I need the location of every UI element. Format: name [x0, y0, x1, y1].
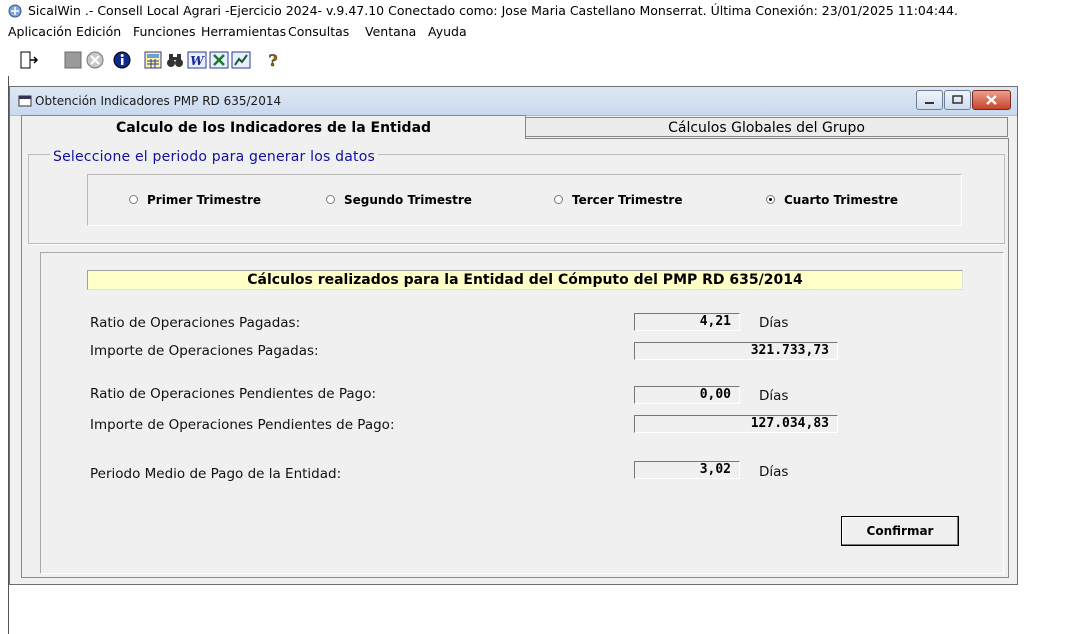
- chart-icon[interactable]: [230, 49, 252, 71]
- radio-label: Tercer Trimestre: [572, 193, 683, 207]
- sicalwin-app-icon: [8, 4, 22, 18]
- pmp-unit: Días: [759, 464, 789, 480]
- radio-label: Cuarto Trimestre: [784, 193, 898, 207]
- pmp-indicators-window: Obtención Indicadores PMP RD 635/2014 Ca…: [9, 86, 1018, 585]
- menu-aplicacion[interactable]: Aplicación: [8, 22, 72, 42]
- restore-icon: [952, 95, 963, 104]
- ratio-pagadas-label: Ratio de Operaciones Pagadas:: [90, 315, 301, 331]
- ratio-pendientes-unit: Días: [759, 388, 789, 404]
- help-icon[interactable]: ?: [262, 49, 284, 71]
- close-button[interactable]: [972, 90, 1011, 110]
- section-separator: [30, 243, 1005, 245]
- exit-icon[interactable]: [17, 49, 39, 71]
- window-icon: [18, 95, 32, 107]
- menu-edicion[interactable]: Edición: [76, 22, 121, 42]
- pmp-label: Periodo Medio de Pago de la Entidad:: [90, 466, 342, 482]
- toolbar: W ?: [0, 47, 1069, 73]
- importe-pendientes-label: Importe de Operaciones Pendientes de Pag…: [90, 417, 395, 433]
- confirm-button[interactable]: Confirmar: [841, 516, 959, 546]
- tab-strip: Calculo de los Indicadores de la Entidad…: [19, 115, 1009, 139]
- tab-calculos-globales[interactable]: Cálculos Globales del Grupo: [526, 117, 1008, 137]
- importe-pagadas-label: Importe de Operaciones Pagadas:: [90, 343, 319, 359]
- ratio-pendientes-value: 0,00: [634, 386, 740, 404]
- window-title-bar[interactable]: Obtención Indicadores PMP RD 635/2014: [10, 87, 1017, 116]
- importe-pagadas-value: 321.733,73: [634, 342, 838, 360]
- ratio-pagadas-value: 4,21: [634, 313, 740, 331]
- period-group-legend: Seleccione el periodo para generar los d…: [50, 149, 378, 165]
- info-icon[interactable]: [111, 49, 133, 71]
- binoculars-icon[interactable]: [164, 49, 186, 71]
- menu-ayuda[interactable]: Ayuda: [428, 22, 467, 42]
- importe-pendientes-value: 127.034,83: [634, 415, 838, 433]
- radio-primer-trimestre[interactable]: Primer Trimestre: [129, 193, 261, 207]
- ratio-pendientes-label: Ratio de Operaciones Pendientes de Pago:: [90, 386, 377, 402]
- radio-button-checked[interactable]: [766, 195, 775, 204]
- window-title: Obtención Indicadores PMP RD 635/2014: [35, 94, 282, 108]
- menu-bar: Aplicación Edición Funciones Herramienta…: [0, 22, 1069, 42]
- svg-text:?: ?: [268, 51, 277, 70]
- pmp-value: 3,02: [634, 461, 740, 479]
- radio-tercer-trimestre[interactable]: Tercer Trimestre: [554, 193, 682, 207]
- results-banner: Cálculos realizados para la Entidad del …: [87, 270, 963, 290]
- radio-button-unchecked[interactable]: [129, 195, 138, 204]
- ratio-pagadas-unit: Días: [759, 315, 789, 331]
- menu-ventana[interactable]: Ventana: [365, 22, 416, 42]
- menu-herramientas[interactable]: Herramientas: [201, 22, 286, 42]
- maximize-button[interactable]: [944, 90, 971, 110]
- radio-segundo-trimestre[interactable]: Segundo Trimestre: [326, 193, 472, 207]
- calculator-icon[interactable]: [142, 49, 164, 71]
- radio-cuarto-trimestre[interactable]: Cuarto Trimestre: [766, 193, 898, 207]
- minimize-button[interactable]: [916, 90, 943, 110]
- cancel-icon[interactable]: [84, 49, 106, 71]
- close-icon: [986, 95, 997, 105]
- app-title-bar: SicalWin .- Consell Local Agrari -Ejerci…: [0, 0, 1069, 22]
- radio-label: Primer Trimestre: [147, 193, 262, 207]
- radio-label: Segundo Trimestre: [344, 193, 472, 207]
- svg-text:W: W: [190, 54, 205, 68]
- excel-icon[interactable]: [208, 49, 230, 71]
- radio-button-unchecked[interactable]: [326, 195, 335, 204]
- radio-button-unchecked[interactable]: [554, 195, 563, 204]
- word-icon[interactable]: W: [186, 49, 208, 71]
- stop-icon[interactable]: [62, 49, 84, 71]
- tab-calculo-entidad[interactable]: Calculo de los Indicadores de la Entidad: [21, 115, 526, 139]
- menu-funciones[interactable]: Funciones: [133, 22, 195, 42]
- minimize-icon: [925, 102, 934, 104]
- menu-consultas[interactable]: Consultas: [288, 22, 349, 42]
- app-title: SicalWin .- Consell Local Agrari -Ejerci…: [28, 3, 958, 18]
